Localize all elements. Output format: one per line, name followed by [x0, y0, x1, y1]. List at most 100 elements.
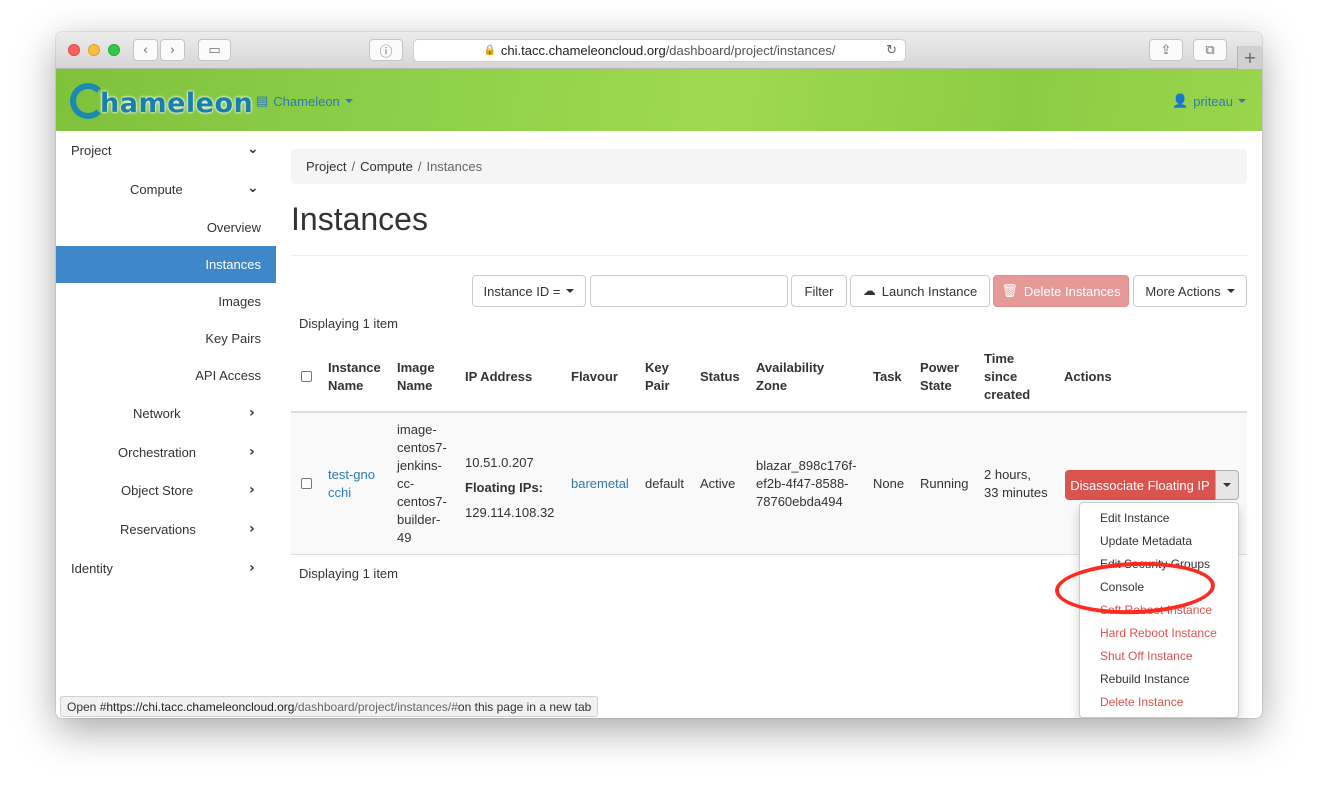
- th-instance-name-line: Name: [328, 378, 364, 393]
- sidebar-item-key-pairs[interactable]: Key Pairs: [205, 331, 261, 346]
- image-name-line: centos7-: [397, 440, 447, 455]
- th-status[interactable]: Status: [700, 368, 740, 386]
- more-actions-button[interactable]: More Actions: [1133, 275, 1247, 307]
- availability-zone-line: blazar_898c176f-: [756, 458, 857, 473]
- sidebar-item-overview[interactable]: Overview: [207, 220, 261, 235]
- delete-instances-label: Delete Instances: [1023, 283, 1121, 299]
- chevron-down-icon[interactable]: ⌄: [247, 141, 259, 157]
- sidebar-item-object-store[interactable]: Object Store: [121, 483, 193, 498]
- close-window-button[interactable]: [68, 44, 80, 56]
- user-menu[interactable]: 👤 priteau: [1172, 93, 1246, 109]
- sidebar-item-images[interactable]: Images: [218, 294, 261, 309]
- minimize-window-button[interactable]: [88, 44, 100, 56]
- task-cell: None: [873, 476, 905, 491]
- chevron-right-icon[interactable]: ›: [249, 560, 255, 576]
- th-key-pair[interactable]: Key Pair: [645, 359, 670, 395]
- status-suffix: on this page in a new tab: [457, 699, 592, 714]
- th-task[interactable]: Task: [873, 368, 902, 386]
- breadcrumb: Project / Compute / Instances: [291, 149, 1247, 184]
- sidebar-item-reservations[interactable]: Reservations: [120, 522, 196, 537]
- th-availability-zone[interactable]: Availability Zone: [756, 359, 824, 395]
- row-actions-dropdown-toggle[interactable]: [1215, 470, 1239, 500]
- browser-window: ‹ › ▭ ⓘ 🔒 chi.tacc.chameleoncloud.org/da…: [56, 32, 1262, 718]
- th-availability-zone-line: Zone: [756, 378, 788, 393]
- chevron-right-icon[interactable]: ›: [249, 482, 255, 498]
- status-prefix: Open #: [67, 699, 107, 714]
- th-power-state-line: State: [920, 378, 952, 393]
- project-icon: ▤: [256, 93, 269, 108]
- menu-item-delete-instance[interactable]: Delete Instance: [1100, 695, 1183, 709]
- chevron-right-icon[interactable]: ›: [249, 405, 255, 421]
- filter-button-label: Filter: [804, 283, 834, 299]
- chameleon-logo[interactable]: hameleon: [70, 79, 253, 119]
- browser-status-bar: Open # https://chi.tacc.chameleoncloud.or…: [60, 696, 599, 717]
- instance-name-link[interactable]: test-gno cchi: [328, 466, 375, 502]
- sidebar-item-network[interactable]: Network: [133, 406, 181, 421]
- page-title: Instances: [291, 201, 428, 237]
- ip-address-cell: 10.51.0.207 Floating IPs: 129.114.108.32: [465, 450, 554, 525]
- floating-ip: 129.114.108.32: [465, 505, 555, 520]
- ip-address: 10.51.0.207: [465, 455, 534, 470]
- th-flavour[interactable]: Flavour: [571, 368, 618, 386]
- instance-name-line: test-gno: [328, 467, 375, 482]
- th-image-name-line: Image: [397, 360, 435, 375]
- menu-item-rebuild-instance[interactable]: Rebuild Instance: [1100, 672, 1189, 686]
- flavour-link[interactable]: baremetal: [571, 475, 629, 493]
- breadcrumb-compute[interactable]: Compute: [360, 159, 413, 174]
- launch-instance-button[interactable]: ☁ Launch Instance: [850, 275, 990, 307]
- sidebar-item-project[interactable]: Project: [71, 143, 111, 158]
- disassociate-floating-ip-button[interactable]: Disassociate Floating IP: [1065, 470, 1215, 500]
- breadcrumb-separator: /: [351, 159, 356, 174]
- launch-instance-label: Launch Instance: [881, 283, 978, 299]
- th-power-state[interactable]: Power State: [920, 359, 959, 395]
- new-tab-icon[interactable]: +: [1237, 46, 1262, 69]
- sidebar-item-instances-label: Instances: [205, 257, 261, 272]
- share-icon[interactable]: ⇪: [1149, 39, 1183, 61]
- th-image-name[interactable]: Image Name: [397, 359, 435, 395]
- th-time-since-created[interactable]: Time since created: [984, 350, 1030, 404]
- filter-button[interactable]: Filter: [791, 275, 847, 307]
- reader-icon[interactable]: ⓘ: [369, 39, 403, 61]
- th-power-state-line: Power: [920, 360, 960, 375]
- breadcrumb-current: Instances: [426, 159, 483, 174]
- menu-item-edit-instance[interactable]: Edit Instance: [1100, 511, 1169, 525]
- logo-c-mark: [70, 83, 106, 119]
- sidebar-item-compute[interactable]: Compute: [130, 182, 183, 197]
- project-switcher[interactable]: ▤ Chameleon: [256, 93, 353, 109]
- sidebar-item-identity[interactable]: Identity: [71, 561, 113, 576]
- status-cell: Active: [700, 476, 736, 491]
- status-host: https://chi.tacc.chameleoncloud.org: [106, 699, 295, 714]
- th-availability-zone-line: Availability: [756, 360, 825, 375]
- filter-search-input[interactable]: [590, 275, 788, 307]
- breadcrumb-project[interactable]: Project: [306, 159, 346, 174]
- availability-zone-line: 78760ebda494: [756, 494, 843, 509]
- forward-icon[interactable]: ›: [160, 39, 185, 61]
- th-ip-address[interactable]: IP Address: [465, 368, 532, 386]
- row-checkbox[interactable]: [301, 478, 312, 489]
- chevron-down-icon[interactable]: ⌄: [247, 180, 259, 196]
- select-all-checkbox[interactable]: [301, 371, 312, 382]
- reload-icon[interactable]: ↻: [886, 43, 897, 58]
- delete-instances-button[interactable]: 🗑 Delete Instances: [993, 275, 1129, 307]
- sidebar-item-orchestration[interactable]: Orchestration: [118, 445, 196, 460]
- project-switcher-label: Chameleon: [273, 93, 340, 109]
- sidebar-item-api-access[interactable]: API Access: [195, 368, 261, 383]
- sidebar-icon[interactable]: ▭: [198, 39, 231, 61]
- menu-item-shut-off[interactable]: Shut Off Instance: [1100, 649, 1193, 663]
- menu-item-update-metadata[interactable]: Update Metadata: [1100, 534, 1192, 548]
- caret-down-icon: [1223, 483, 1231, 487]
- chevron-right-icon[interactable]: ›: [249, 444, 255, 460]
- chevron-right-icon[interactable]: ›: [249, 521, 255, 537]
- back-icon[interactable]: ‹: [133, 39, 158, 61]
- image-name-line: centos7-: [397, 494, 447, 509]
- filter-field-dropdown[interactable]: Instance ID =: [472, 275, 586, 307]
- cloud-upload-icon: ☁: [862, 283, 876, 298]
- th-instance-name[interactable]: Instance Name: [328, 359, 381, 395]
- power-state-cell: Running: [920, 476, 969, 491]
- image-name-line: 49: [397, 530, 412, 545]
- tabs-icon[interactable]: ⧉: [1193, 39, 1227, 61]
- menu-item-hard-reboot[interactable]: Hard Reboot Instance: [1100, 626, 1217, 640]
- address-bar[interactable]: 🔒 chi.tacc.chameleoncloud.org/dashboard/…: [413, 39, 906, 62]
- zoom-window-button[interactable]: [108, 44, 120, 56]
- key-pair-cell: default: [645, 476, 685, 491]
